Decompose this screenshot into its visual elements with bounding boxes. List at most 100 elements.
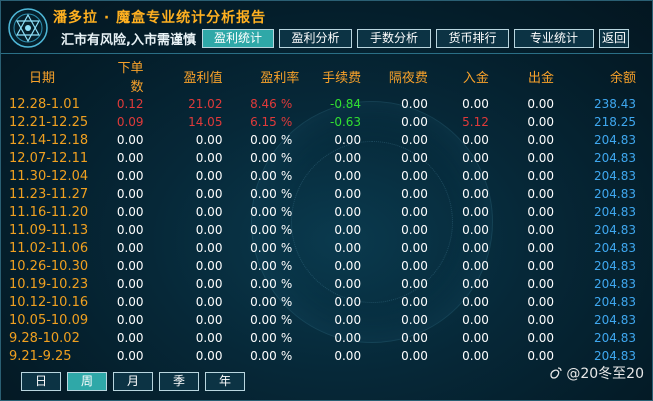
balance-cell: 218.25 (594, 115, 636, 129)
period-week-button[interactable]: 周 (67, 372, 107, 391)
overnight-cell: 0.00 (401, 97, 428, 111)
profit-cell: 0.00 (195, 349, 223, 363)
deposit-cell: 0.00 (462, 151, 489, 165)
profit-rate-cell: 0.00 (250, 169, 277, 183)
date-cell: 12.14-12.18 (9, 132, 89, 148)
deposit-cell: 0.00 (462, 349, 489, 363)
deposit-cell: 0.00 (462, 133, 489, 147)
overnight-cell: 0.00 (401, 349, 428, 363)
column-header-overnight: 隔夜费 (388, 70, 428, 86)
tab-currency-ranking[interactable]: 货币排行 (436, 29, 509, 48)
table-row[interactable]: 12.28-1.01 0.12 21.02 8.46% -0.84 0.00 0.00 0.0… (1, 95, 651, 113)
period-year-button[interactable]: 年 (205, 372, 245, 391)
overnight-cell: 0.00 (401, 133, 428, 147)
back-button[interactable]: 返回 (599, 29, 629, 48)
fee-cell: 0.00 (334, 277, 362, 291)
overnight-cell: 0.00 (401, 241, 428, 255)
overnight-cell: 0.00 (401, 205, 428, 219)
deposit-cell: 0.00 (462, 223, 489, 237)
table-row[interactable]: 11.30-12.04 0.00 0.00 0.00% 0.00 0.00 0.00 0.00… (1, 167, 651, 185)
profit-cell: 0.00 (195, 169, 223, 183)
percent-sign: % (280, 349, 293, 363)
orders-cell: 0.00 (116, 349, 144, 363)
weibo-logo-icon (550, 367, 562, 379)
fee-cell: 0.00 (334, 295, 362, 309)
header-divider (1, 53, 652, 54)
deposit-cell: 0.00 (462, 295, 489, 309)
profit-rate-cell: 0.00 (250, 205, 277, 219)
tab-profit-statistics[interactable]: 盈利统计 (202, 29, 274, 48)
date-cell: 12.07-12.11 (9, 150, 89, 166)
percent-sign: % (280, 133, 293, 147)
withdraw-cell: 0.00 (527, 151, 555, 165)
withdraw-cell: 0.00 (527, 241, 555, 255)
table-row[interactable]: 12.14-12.18 0.00 0.00 0.00% 0.00 0.00 0.00 0.00… (1, 131, 651, 149)
table-row[interactable]: 10.19-10.23 0.00 0.00 0.00% 0.00 0.00 0.00 0.00… (1, 275, 651, 293)
fee-cell: 0.00 (334, 151, 362, 165)
tab-professional-statistics[interactable]: 专业统计 (514, 29, 594, 48)
orders-cell: 0.00 (116, 133, 144, 147)
orders-cell: 0.00 (116, 205, 144, 219)
date-cell: 10.19-10.23 (9, 276, 89, 292)
orders-cell: 0.00 (116, 331, 144, 345)
overnight-cell: 0.00 (401, 259, 428, 273)
period-day-button[interactable]: 日 (21, 372, 61, 391)
tab-profit-analysis[interactable]: 盈利分析 (279, 29, 352, 48)
table-row[interactable]: 12.07-12.11 0.00 0.00 0.00% 0.00 0.00 0.00 0.00… (1, 149, 651, 167)
report-window: 潘多拉 · 魔盒专业统计分析报告 汇市有风险,入市需谨慎 ! 盈利统计 盈利分析… (0, 0, 653, 401)
profit-cell: 0.00 (195, 187, 223, 201)
table-row[interactable]: 11.09-11.13 0.00 0.00 0.00% 0.00 0.00 0.00 0.00… (1, 221, 651, 239)
percent-sign: % (280, 115, 293, 129)
balance-cell: 238.43 (594, 97, 636, 111)
percent-sign: % (280, 97, 293, 111)
overnight-cell: 0.00 (401, 151, 428, 165)
percent-sign: % (280, 151, 293, 165)
fee-cell: 0.00 (334, 133, 362, 147)
table-row[interactable]: 10.12-10.16 0.00 0.00 0.00% 0.00 0.00 0.00 0.00… (1, 293, 651, 311)
orders-cell: 0.09 (116, 115, 144, 129)
profit-rate-cell: 0.00 (250, 331, 277, 345)
deposit-cell: 0.00 (462, 277, 489, 291)
profit-rate-cell: 0.00 (250, 151, 277, 165)
column-header-date: 日期 (29, 70, 56, 86)
overnight-cell: 0.00 (401, 295, 428, 309)
orders-cell: 0.00 (116, 241, 144, 255)
balance-cell: 204.83 (594, 187, 636, 201)
fee-cell: 0.00 (334, 205, 362, 219)
withdraw-cell: 0.00 (527, 295, 555, 309)
balance-cell: 204.83 (594, 277, 636, 291)
column-header-deposit: 入金 (462, 70, 489, 86)
table-row[interactable]: 12.21-12.25 0.09 14.05 6.15% -0.63 0.00 5.12 0.… (1, 113, 651, 131)
profit-cell: 0.00 (195, 277, 223, 291)
deposit-cell: 0.00 (462, 331, 489, 345)
balance-cell: 204.83 (594, 151, 636, 165)
fee-cell: -0.84 (330, 97, 362, 111)
percent-sign: % (280, 259, 293, 273)
withdraw-cell: 0.00 (527, 259, 555, 273)
table-row[interactable]: 9.28-10.02 0.00 0.00 0.00% 0.00 0.00 0.00 0.00 2… (1, 329, 651, 347)
period-selector: 日 周 月 季 年 (21, 372, 251, 391)
withdraw-cell: 0.00 (527, 205, 555, 219)
profit-rate-cell: 0.00 (250, 259, 277, 273)
tab-lot-analysis[interactable]: 手数分析 (357, 29, 431, 48)
date-cell: 11.23-11.27 (9, 186, 89, 202)
table-row[interactable]: 11.23-11.27 0.00 0.00 0.00% 0.00 0.00 0.00 0.00… (1, 185, 651, 203)
watermark-text: @20冬至20 (566, 366, 644, 382)
balance-cell: 204.83 (594, 223, 636, 237)
profit-cell: 0.00 (195, 259, 223, 273)
orders-cell: 0.00 (116, 259, 144, 273)
table-row[interactable]: 11.02-11.06 0.00 0.00 0.00% 0.00 0.00 0.00 0.00… (1, 239, 651, 257)
profit-rate-cell: 0.00 (250, 295, 277, 309)
profit-cell: 21.02 (188, 97, 223, 111)
period-quarter-button[interactable]: 季 (159, 372, 199, 391)
table-row[interactable]: 10.26-10.30 0.00 0.00 0.00% 0.00 0.00 0.00 0.00… (1, 257, 651, 275)
weekly-profit-table: 日期 下单数 盈利值 盈利率 手续费 隔夜费 入金 出金 余额 12.28-1.… (1, 57, 651, 365)
profit-cell: 0.00 (195, 151, 223, 165)
date-cell: 12.21-12.25 (9, 114, 89, 130)
table-row[interactable]: 11.16-11.20 0.00 0.00 0.00% 0.00 0.00 0.00 0.00… (1, 203, 651, 221)
table-row[interactable]: 10.05-10.09 0.00 0.00 0.00% 0.00 0.00 0.00 0.00… (1, 311, 651, 329)
period-month-button[interactable]: 月 (113, 372, 153, 391)
profit-cell: 0.00 (195, 205, 223, 219)
orders-cell: 0.00 (116, 277, 144, 291)
withdraw-cell: 0.00 (527, 277, 555, 291)
